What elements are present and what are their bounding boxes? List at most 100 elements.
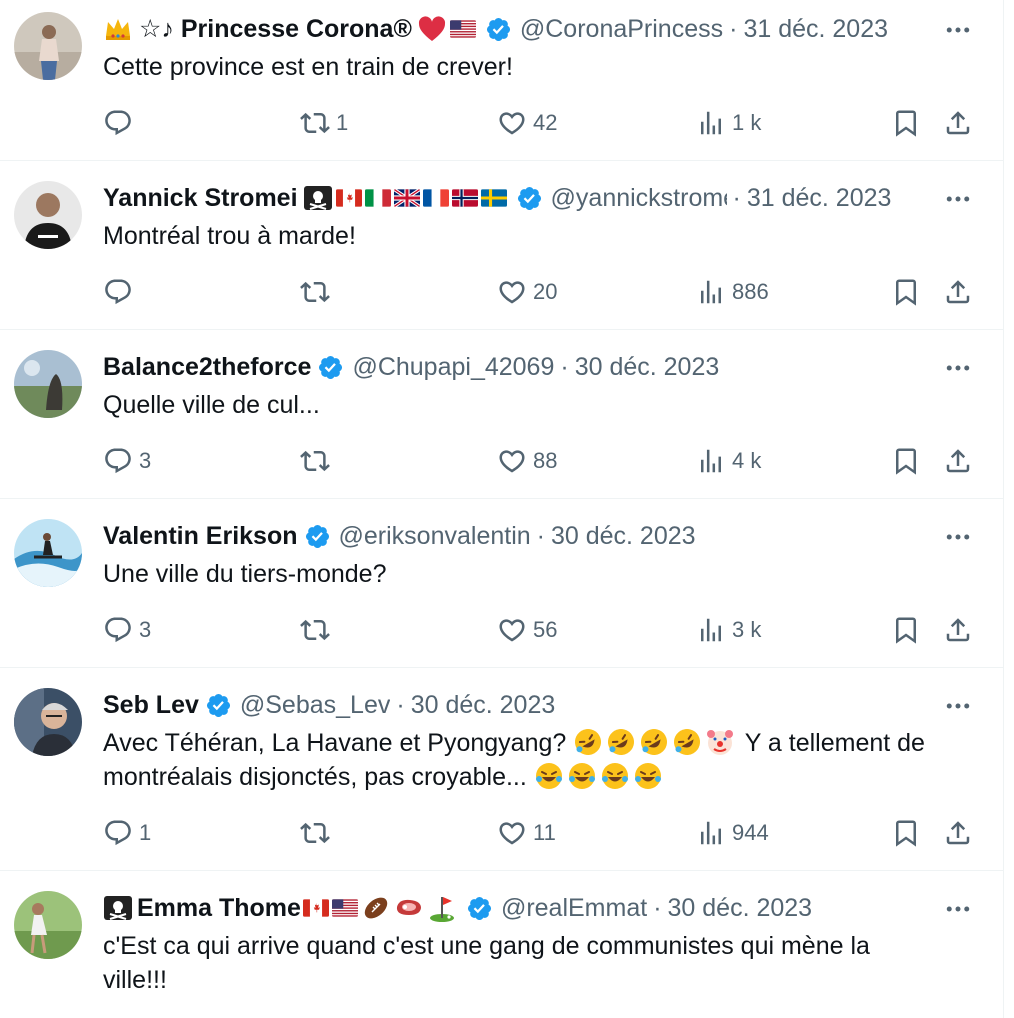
- share-icon: [943, 108, 973, 138]
- share-icon: [943, 818, 973, 848]
- repost-button[interactable]: 1: [300, 106, 348, 140]
- handle[interactable]: @Chupapi_42069: [352, 350, 554, 384]
- tweet[interactable]: Seb Lev @Sebas_Lev · 30 déc. 2023 Avec T…: [0, 676, 1003, 871]
- reply-button[interactable]: [103, 106, 139, 140]
- reply-button[interactable]: 1: [103, 816, 151, 850]
- handle[interactable]: @eriksonvalentin: [339, 519, 531, 553]
- heart-outline-icon: [497, 108, 527, 138]
- more-options-button[interactable]: [942, 691, 974, 721]
- tweet[interactable]: ☆♪ Princesse Corona® @CoronaPrincess · 3…: [0, 0, 1003, 161]
- share-button[interactable]: [943, 106, 973, 140]
- tweet[interactable]: Yannick Stromei @yannickstromei · 31 déc…: [0, 169, 1003, 330]
- share-button[interactable]: [943, 613, 973, 647]
- laughing-emoji-icon: [600, 761, 630, 791]
- views-button[interactable]: 886: [696, 275, 769, 309]
- bookmark-button[interactable]: [891, 444, 921, 478]
- reply-button[interactable]: [103, 275, 139, 309]
- repost-icon: [300, 277, 330, 307]
- action-bar: 3 88 4 k: [103, 444, 974, 478]
- bookmark-icon: [891, 818, 921, 848]
- handle[interactable]: @realEmmat: [501, 891, 647, 925]
- separator: ·: [729, 15, 738, 43]
- tweet-text-part: Y a tellement de: [744, 729, 925, 757]
- display-name[interactable]: Emma Thome: [137, 891, 301, 925]
- heart-outline-icon: [497, 446, 527, 476]
- tweet-text: Cette province est en train de crever!: [103, 53, 513, 81]
- like-button[interactable]: 20: [497, 275, 557, 309]
- steak-icon: [394, 893, 424, 923]
- bookmark-button[interactable]: [891, 613, 921, 647]
- handle[interactable]: @CoronaPrincess: [520, 12, 723, 46]
- reply-button[interactable]: 3: [103, 613, 151, 647]
- avatar[interactable]: [14, 181, 82, 249]
- like-button[interactable]: 88: [497, 444, 557, 478]
- timestamp[interactable]: 30 déc. 2023: [575, 350, 720, 384]
- repost-button[interactable]: [300, 444, 336, 478]
- display-name[interactable]: Valentin Erikson: [103, 519, 298, 553]
- like-button[interactable]: 56: [497, 613, 557, 647]
- views-button[interactable]: 3 k: [696, 613, 761, 647]
- tweet[interactable]: Valentin Erikson @eriksonvalentin · 30 d…: [0, 507, 1003, 668]
- view-count: 944: [732, 820, 769, 845]
- football-icon: [361, 893, 391, 923]
- tweet[interactable]: Balance2theforce @Chupapi_42069 · 30 déc…: [0, 338, 1003, 499]
- bar-chart-icon: [696, 277, 726, 307]
- reply-feed: ☆♪ Princesse Corona® @CoronaPrincess · 3…: [0, 0, 1004, 1018]
- like-count: 11: [533, 820, 556, 845]
- repost-button[interactable]: [300, 816, 336, 850]
- handle[interactable]: @Sebas_Lev: [240, 688, 390, 722]
- reply-icon: [103, 615, 133, 645]
- display-name[interactable]: Seb Lev: [103, 688, 199, 722]
- more-options-button[interactable]: [942, 184, 974, 214]
- share-button[interactable]: [943, 444, 973, 478]
- tweet[interactable]: Emma Thome @realEmmat · 30 déc. 2023 c'E…: [0, 879, 1004, 1018]
- tweet-header: Yannick Stromei @yannickstromei · 31 déc…: [103, 181, 926, 215]
- tweet-text: Avec Téhéran, La Havane et Pyongyang? Y …: [103, 726, 964, 794]
- timestamp[interactable]: 30 déc. 2023: [411, 688, 556, 722]
- avatar[interactable]: [14, 12, 82, 80]
- avatar[interactable]: [14, 519, 82, 587]
- views-button[interactable]: 1 k: [696, 106, 761, 140]
- bookmark-icon: [891, 108, 921, 138]
- repost-icon: [300, 446, 330, 476]
- avatar[interactable]: [14, 891, 82, 959]
- tweet-header: Balance2theforce @Chupapi_42069 · 30 déc…: [103, 350, 926, 384]
- more-options-button[interactable]: [942, 522, 974, 552]
- repost-button[interactable]: [300, 275, 336, 309]
- name-decorations: [303, 893, 460, 923]
- timestamp[interactable]: 30 déc. 2023: [668, 891, 813, 925]
- verified-badge-icon: [516, 185, 543, 212]
- bookmark-button[interactable]: [891, 816, 921, 850]
- share-button[interactable]: [943, 816, 973, 850]
- display-name[interactable]: ☆♪ Princesse Corona®: [139, 12, 412, 46]
- display-name[interactable]: Balance2theforce: [103, 350, 311, 384]
- views-button[interactable]: 944: [696, 816, 769, 850]
- more-options-button[interactable]: [942, 353, 974, 383]
- repost-button[interactable]: [300, 613, 336, 647]
- more-icon: [943, 353, 973, 383]
- avatar[interactable]: [14, 350, 82, 418]
- verified-badge-icon: [485, 16, 512, 43]
- like-button[interactable]: 11: [497, 816, 556, 850]
- bookmark-button[interactable]: [891, 275, 921, 309]
- repost-count: 1: [336, 110, 349, 135]
- share-button[interactable]: [943, 275, 973, 309]
- more-options-button[interactable]: [942, 15, 974, 45]
- timestamp[interactable]: 31 déc. 2023: [743, 12, 888, 46]
- tweet-text: Quelle ville de cul...: [103, 391, 320, 419]
- like-button[interactable]: 42: [497, 106, 557, 140]
- reply-button[interactable]: 3: [103, 444, 151, 478]
- timestamp[interactable]: 30 déc. 2023: [551, 519, 696, 553]
- timestamp[interactable]: 31 déc. 2023: [747, 181, 892, 215]
- tweet-header: Valentin Erikson @eriksonvalentin · 30 d…: [103, 519, 926, 553]
- avatar[interactable]: [14, 688, 82, 756]
- handle[interactable]: @yannickstromei: [551, 181, 727, 215]
- more-icon: [943, 184, 973, 214]
- bookmark-button[interactable]: [891, 106, 921, 140]
- repost-icon: [300, 818, 330, 848]
- views-button[interactable]: 4 k: [696, 444, 761, 478]
- heart-icon: [417, 14, 447, 44]
- verified-badge-icon: [317, 354, 344, 381]
- more-options-button[interactable]: [942, 894, 974, 924]
- display-name[interactable]: Yannick Stromei: [103, 181, 298, 215]
